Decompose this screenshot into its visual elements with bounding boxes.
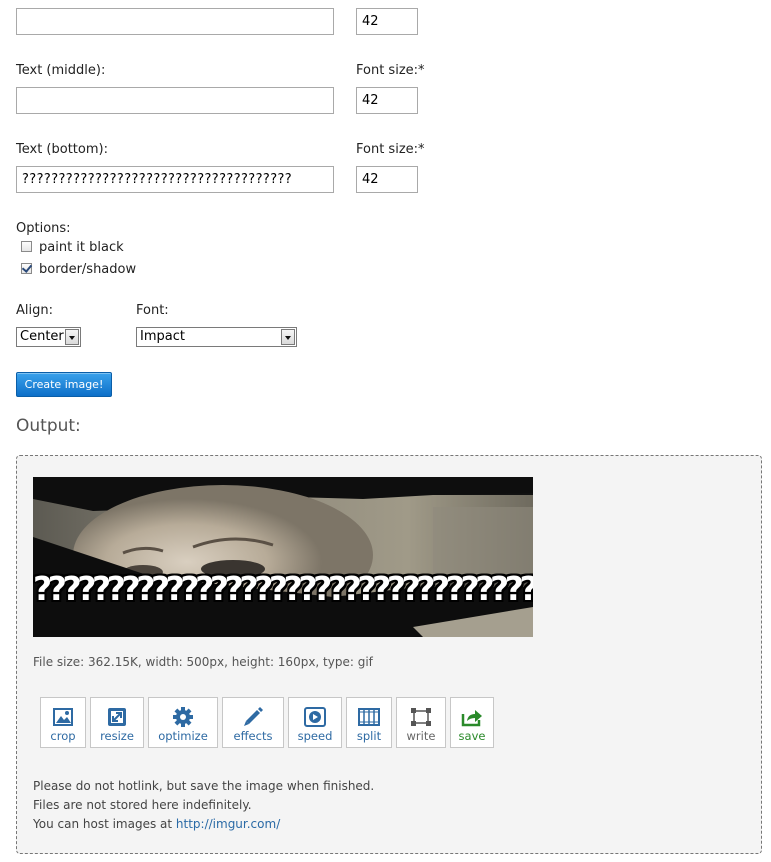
- options-label: Options:: [16, 221, 71, 236]
- optimize-label: optimize: [158, 729, 208, 743]
- font-size-top-input[interactable]: 42: [356, 8, 418, 35]
- chevron-down-icon[interactable]: [281, 329, 295, 345]
- paint-it-black-checkbox[interactable]: [21, 241, 32, 252]
- save-arrow-icon: [461, 710, 482, 727]
- chevron-down-icon[interactable]: [65, 329, 79, 345]
- font-size-bottom-input[interactable]: 42: [356, 166, 418, 193]
- note-host-text: You can host images at: [33, 817, 176, 831]
- font-select[interactable]: Impact: [136, 327, 297, 347]
- align-select-value: Center: [20, 329, 64, 344]
- save-label: save: [458, 729, 486, 743]
- text-middle-label: Text (middle):: [16, 63, 106, 78]
- effects-label: effects: [233, 729, 273, 743]
- font-select-value: Impact: [140, 329, 185, 344]
- paint-it-black-label: paint it black: [39, 240, 124, 255]
- play-icon: [304, 707, 326, 727]
- file-info: File size: 362.15K, width: 500px, height…: [33, 655, 373, 669]
- font-size-middle-label: Font size:*: [356, 63, 425, 78]
- effects-button[interactable]: effects: [222, 697, 284, 748]
- create-image-button[interactable]: Create image!: [16, 372, 112, 397]
- speed-button[interactable]: speed: [288, 697, 342, 748]
- text-middle-input[interactable]: [16, 87, 334, 114]
- write-button[interactable]: write: [396, 697, 446, 748]
- split-label: split: [356, 729, 382, 743]
- resize-icon: [108, 708, 126, 726]
- gear-icon: [173, 707, 193, 727]
- film-icon: [358, 708, 380, 726]
- font-size-bottom-label: Font size:*: [356, 142, 425, 157]
- imgur-link[interactable]: http://imgur.com/: [176, 817, 280, 831]
- note-storage: Files are not stored here indefinitely.: [33, 798, 252, 812]
- text-top-input[interactable]: [16, 8, 334, 35]
- optimize-button[interactable]: optimize: [148, 697, 218, 748]
- border-shadow-checkbox[interactable]: [21, 263, 32, 274]
- output-image-picture: [33, 477, 533, 637]
- align-select[interactable]: Center: [16, 327, 81, 347]
- align-label: Align:: [16, 303, 53, 318]
- text-bottom-label: Text (bottom):: [16, 142, 108, 157]
- output-title: Output:: [16, 416, 81, 436]
- split-button[interactable]: split: [346, 697, 392, 748]
- font-label: Font:: [136, 303, 169, 318]
- output-image: ???????????????????????????????????????: [33, 477, 533, 637]
- write-label: write: [406, 729, 436, 743]
- font-size-middle-input[interactable]: 42: [356, 87, 418, 114]
- pencil-icon: [244, 707, 263, 726]
- meme-caption-text: ???????????????????????????????????????: [33, 569, 533, 608]
- speed-label: speed: [297, 729, 333, 743]
- output-notes: Please do not hotlink, but save the imag…: [33, 777, 374, 834]
- note-host: You can host images at http://imgur.com/: [33, 815, 374, 834]
- save-button[interactable]: save: [450, 697, 494, 748]
- text-frame-icon: [411, 708, 431, 726]
- crop-icon: [53, 708, 73, 726]
- note-hotlink: Please do not hotlink, but save the imag…: [33, 779, 375, 793]
- text-bottom-input[interactable]: ?????????????????????????????????????: [16, 166, 334, 193]
- border-shadow-label: border/shadow: [39, 262, 137, 277]
- resize-label: resize: [100, 729, 134, 743]
- crop-button[interactable]: crop: [40, 697, 86, 748]
- crop-label: crop: [50, 729, 76, 743]
- resize-button[interactable]: resize: [90, 697, 144, 748]
